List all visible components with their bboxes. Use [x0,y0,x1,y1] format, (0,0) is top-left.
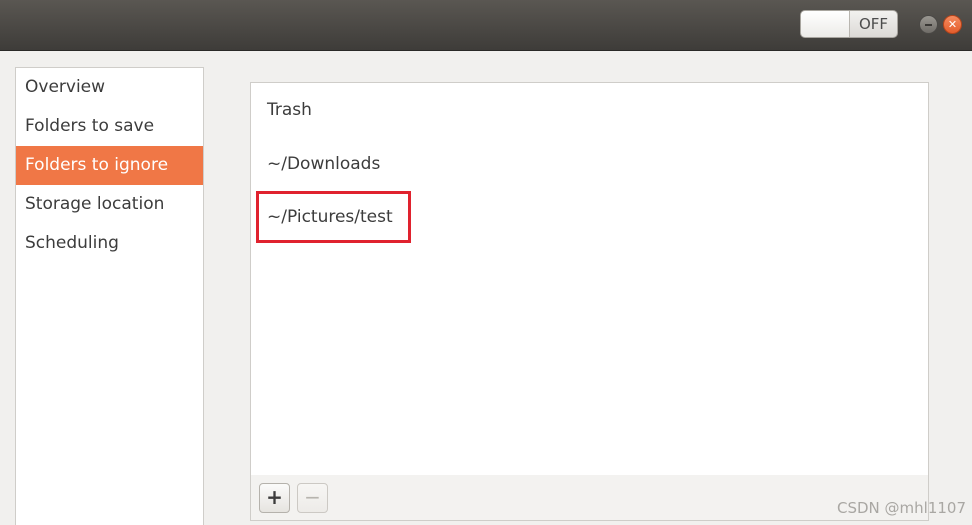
sidebar-item-overview[interactable]: Overview [16,68,203,107]
list-item[interactable]: ~/Downloads [267,149,380,179]
sidebar-item-folders-to-save[interactable]: Folders to save [16,107,203,146]
highlight-annotation-box [256,191,411,243]
backup-toggle-switch[interactable]: OFF [800,10,898,38]
remove-folder-button[interactable]: − [297,483,328,513]
list-item[interactable]: Trash [267,95,312,125]
sidebar-item-scheduling[interactable]: Scheduling [16,224,203,263]
sidebar: Overview Folders to save Folders to igno… [15,67,204,525]
sidebar-item-storage-location[interactable]: Storage location [16,185,203,224]
switch-state-label: OFF [858,15,889,33]
sidebar-item-folders-to-ignore[interactable]: Folders to ignore [16,146,203,185]
minimize-icon[interactable] [919,15,938,34]
title-bar: OFF ✕ [0,0,972,51]
switch-knob[interactable] [801,11,850,37]
watermark: CSDN @mhl1107 [837,499,966,517]
add-folder-button[interactable]: + [259,483,290,513]
ignored-folders-list: Trash ~/Downloads ~/Pictures/test [250,82,929,476]
close-icon[interactable]: ✕ [943,15,962,34]
list-toolbar: + − [250,475,929,521]
